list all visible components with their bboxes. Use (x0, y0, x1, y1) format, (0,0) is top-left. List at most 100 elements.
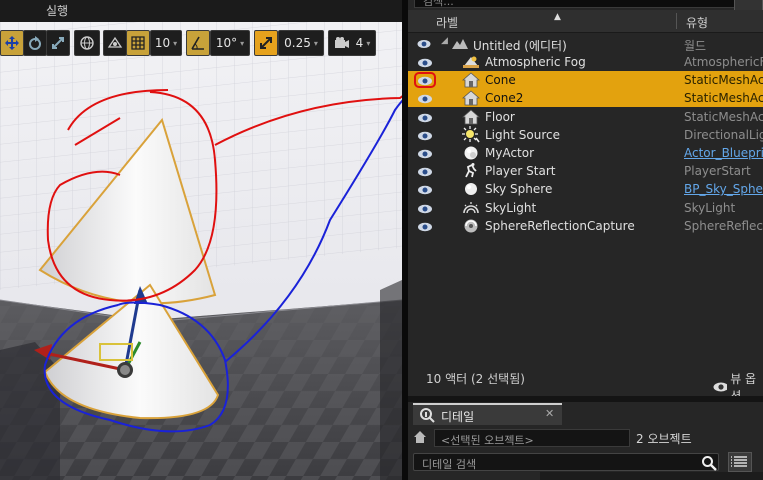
outliner-row-label: SphereReflectionCapture (485, 218, 635, 233)
rotate-tool-button[interactable] (23, 30, 47, 56)
camera-icon (334, 37, 349, 48)
static-mesh-icon (462, 108, 480, 126)
visibility-eye-icon[interactable] (417, 166, 433, 177)
sort-ascending-icon[interactable]: ▲ (554, 12, 561, 22)
outliner-row-type-link[interactable]: Actor_Blueprint (684, 146, 763, 160)
close-icon[interactable]: ✕ (545, 407, 554, 420)
outliner-row-label: Cone2 (485, 91, 524, 106)
reflection-capture-icon (462, 217, 480, 235)
grid-snap-value-text: 10 (154, 36, 171, 50)
surface-snap-icon (107, 36, 123, 48)
visibility-eye-icon[interactable] (417, 130, 433, 140)
visibility-eye-icon[interactable] (417, 93, 433, 104)
grid-icon (131, 36, 145, 50)
visibility-eye-icon[interactable] (417, 221, 433, 231)
outliner-row-type-link[interactable]: BP_Sky_Sphere (684, 182, 763, 196)
dropdown-arrow-icon: ▾ (173, 38, 178, 48)
grid-snap-value[interactable]: 10 ▾ (150, 30, 182, 56)
outliner-row[interactable]: Floor StaticMeshActor (408, 108, 763, 126)
outliner-row-type: StaticMeshActor (684, 109, 763, 124)
outliner-row-label: Light Source (485, 127, 560, 142)
house-icon (414, 431, 426, 443)
visibility-eye-icon[interactable] (417, 203, 433, 213)
outliner-row-type: DirectionalLight (684, 127, 763, 142)
column-label-header[interactable]: 라벨 (436, 14, 458, 31)
angle-icon (191, 36, 204, 50)
outliner-row[interactable]: MyActor Actor_Blueprint (408, 144, 763, 162)
sky-light-icon (462, 199, 480, 217)
outliner-row[interactable]: Cone2 StaticMeshActor (408, 89, 763, 108)
column-type-header[interactable]: 유형 (686, 14, 708, 31)
outliner-row-label: Player Start (485, 164, 556, 179)
root-label: Untitled (에디터) (473, 39, 567, 53)
visibility-eye-icon[interactable] (417, 184, 433, 195)
details-info-icon (420, 408, 435, 423)
outliner-row-label: SkyLight (485, 200, 537, 215)
selected-objects-field[interactable]: <선택된 오브젝트> (434, 429, 630, 447)
outliner-row[interactable]: SkyLight SkyLight (408, 199, 763, 217)
object-count: 2 오브젝트 (636, 432, 692, 446)
expand-arrow-icon[interactable]: ◢ (441, 36, 448, 46)
rotation-snap-toggle[interactable] (186, 30, 210, 56)
outliner-header: 라벨 ▲ 유형 (408, 10, 763, 33)
player-start-icon (462, 162, 480, 180)
camera-speed-button[interactable]: 4 ▾ (328, 30, 376, 56)
outliner-root-row[interactable]: ◢ Untitled (에디터) 월드 (408, 35, 763, 53)
run-menu[interactable]: 실행 (46, 2, 68, 19)
rotation-snap-value[interactable]: 10° ▾ (210, 30, 250, 56)
move-arrows-icon (5, 36, 19, 50)
visibility-eye-icon[interactable] (417, 57, 433, 68)
property-matrix-button[interactable] (728, 452, 752, 472)
search-icon[interactable] (701, 455, 717, 471)
level-viewport[interactable] (0, 0, 402, 480)
outliner-row[interactable]: Light Source DirectionalLight (408, 125, 763, 144)
directional-light-icon (462, 125, 480, 144)
world-local-toggle[interactable] (74, 30, 100, 56)
scale-snap-value[interactable]: 0.25 ▾ (278, 30, 324, 56)
panel-divider[interactable] (408, 396, 763, 402)
outliner-row-label: Cone (485, 73, 516, 88)
scale-icon (52, 37, 64, 49)
viewport-scene[interactable] (0, 0, 402, 480)
scale-tool-button[interactable] (46, 30, 70, 56)
outliner-row-label: Atmospheric Fog (485, 55, 586, 69)
details-search-input[interactable]: 디테일 검색 (413, 453, 719, 471)
surface-snap-button[interactable] (103, 30, 127, 56)
outliner-status: 10 액터 (2 선택됨) (426, 372, 525, 386)
outliner-row[interactable]: Sky Sphere BP_Sky_Sphere (408, 180, 763, 198)
outliner-search-placeholder: 검색... (423, 0, 454, 8)
outliner-row-label: MyActor (485, 146, 535, 160)
camera-speed-value: 4 (355, 36, 364, 50)
visibility-eye-icon[interactable] (417, 112, 433, 122)
grid-snap-toggle[interactable] (126, 30, 150, 56)
rotation-snap-value-text: 10° (215, 36, 238, 50)
dropdown-arrow-icon: ▾ (366, 38, 371, 48)
visibility-eye-icon[interactable] (414, 72, 436, 89)
sky-sphere-icon (462, 180, 480, 198)
details-tab[interactable]: 디테일 ✕ (413, 403, 562, 425)
outliner-row-type: PlayerStart (684, 164, 751, 179)
bottom-toolbar-strip (540, 472, 763, 480)
atmospheric-fog-icon (462, 53, 480, 71)
visibility-eye-icon[interactable] (417, 148, 433, 159)
outliner-row[interactable]: Cone StaticMeshActor (408, 71, 763, 90)
static-mesh-icon (462, 71, 480, 89)
scale-snap-toggle[interactable] (254, 30, 278, 56)
menu-bar: 실행 (0, 0, 402, 22)
outliner-search-input[interactable]: 검색... (414, 0, 763, 8)
globe-icon (80, 36, 94, 50)
translate-tool-button[interactable] (0, 30, 24, 56)
outliner-row[interactable]: SphereReflectionCapture SphereReflectionC… (408, 217, 763, 235)
outliner-row[interactable]: Player Start PlayerStart (408, 162, 763, 180)
eye-icon (713, 382, 728, 392)
scale-snap-icon (260, 37, 272, 49)
static-mesh-icon (462, 89, 480, 107)
rotate-icon (29, 36, 41, 50)
actor-sphere-icon (462, 144, 480, 162)
outliner-row-type: SphereReflectionCapture (684, 218, 763, 233)
list-view-icon (731, 456, 747, 467)
world-icon (451, 35, 469, 54)
outliner-row[interactable]: Atmospheric Fog AtmosphericFog (408, 53, 763, 71)
visibility-eye-icon[interactable] (417, 39, 431, 49)
column-separator[interactable] (676, 13, 677, 29)
